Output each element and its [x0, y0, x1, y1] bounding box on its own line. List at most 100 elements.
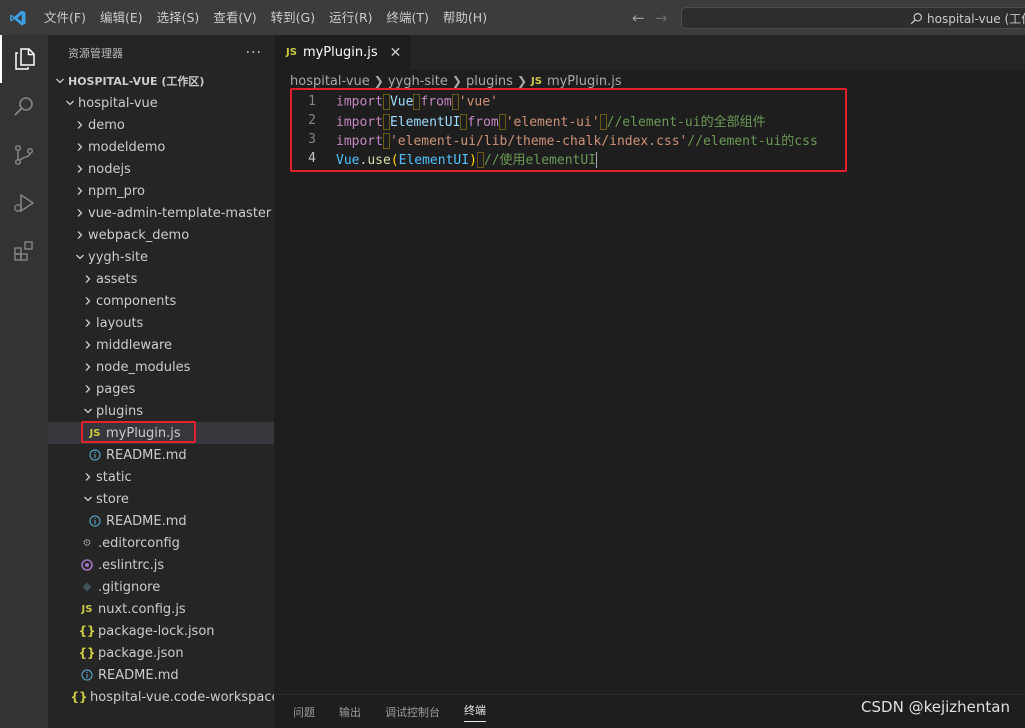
file-label: README.md	[106, 447, 187, 463]
search-view-icon[interactable]	[0, 83, 48, 131]
folder-label: demo	[88, 117, 125, 133]
chevron-right-icon	[80, 312, 96, 334]
code-token: 'element-ui/lib/theme-chalk/index.css'	[389, 133, 688, 149]
folder-webpack-demo[interactable]: webpack_demo	[48, 224, 274, 246]
file-label: hospital-vue.code-workspace	[90, 689, 274, 705]
vscode-logo-icon	[0, 0, 35, 35]
back-arrow-icon[interactable]: ←	[632, 9, 645, 27]
file-label: .eslintrc.js	[98, 557, 165, 573]
chevron-right-icon: ❯	[373, 74, 384, 88]
file-nuxt-config[interactable]: JS nuxt.config.js	[48, 598, 274, 620]
line-content: import ElementUI from 'element-ui' //element…	[322, 111, 766, 131]
command-center-search[interactable]: hospital-vue (工作	[681, 7, 1025, 29]
menu-go[interactable]: 转到(G)	[264, 0, 322, 35]
folder-demo[interactable]: demo	[48, 114, 274, 136]
extensions-icon[interactable]	[0, 227, 48, 275]
menu-edit[interactable]: 编辑(E)	[93, 0, 150, 35]
info-file-icon	[86, 510, 104, 532]
explorer-title: 资源管理器	[68, 46, 123, 60]
folder-node-modules[interactable]: node_modules	[48, 356, 274, 378]
gear-icon: ⚙	[82, 537, 92, 549]
folder-yygh-site[interactable]: yygh-site	[48, 246, 274, 268]
folder-plugins[interactable]: plugins	[48, 400, 274, 422]
code-token: ElementUI	[389, 114, 461, 130]
folder-store[interactable]: store	[48, 488, 274, 510]
folder-label: webpack_demo	[88, 227, 190, 243]
file-label: myPlugin.js	[106, 425, 181, 441]
file-root-readme[interactable]: README.md	[48, 664, 274, 686]
folder-label: assets	[96, 271, 138, 287]
code-token: (	[390, 152, 399, 168]
file-label: nuxt.config.js	[98, 601, 186, 617]
tab-myplugin-js[interactable]: JS myPlugin.js ✕	[274, 35, 412, 70]
file-code-workspace[interactable]: {} hospital-vue.code-workspace	[48, 686, 274, 708]
menu-help[interactable]: 帮助(H)	[436, 0, 494, 35]
close-icon[interactable]: ✕	[390, 45, 402, 61]
folder-layouts[interactable]: layouts	[48, 312, 274, 334]
whitespace-marker	[382, 133, 390, 150]
folder-hospital-vue[interactable]: hospital-vue	[48, 92, 274, 114]
command-center-label: hospital-vue (工作	[927, 11, 1025, 26]
workspace-root[interactable]: HOSPITAL-VUE (工作区)	[48, 70, 274, 92]
file-store-readme[interactable]: README.md	[48, 510, 274, 532]
folder-middleware[interactable]: middleware	[48, 334, 274, 356]
chevron-right-icon	[72, 202, 88, 224]
file-gitignore[interactable]: .gitignore	[48, 576, 274, 598]
folder-label: components	[96, 293, 177, 309]
chevron-right-icon	[80, 290, 96, 312]
folder-pages[interactable]: pages	[48, 378, 274, 400]
breadcrumb-item[interactable]: plugins	[466, 74, 513, 89]
chevron-right-icon	[80, 334, 96, 356]
explorer-sidebar: 资源管理器 ··· HOSPITAL-VUE (工作区) hospital-vu…	[48, 35, 274, 728]
folder-vue-admin-template-master[interactable]: vue-admin-template-master	[48, 202, 274, 224]
json-file-icon: {}	[78, 646, 96, 660]
folder-components[interactable]: components	[48, 290, 274, 312]
menu-terminal[interactable]: 终端(T)	[380, 0, 436, 35]
watermark: CSDN @kejizhentan	[861, 698, 1010, 716]
folder-nodejs[interactable]: nodejs	[48, 158, 274, 180]
folder-modeldemo[interactable]: modeldemo	[48, 136, 274, 158]
code-token: 'element-ui'	[505, 114, 600, 130]
file-editorconfig[interactable]: ⚙ .editorconfig	[48, 532, 274, 554]
breadcrumb-item[interactable]: yygh-site	[388, 74, 448, 89]
menu-selection[interactable]: 选择(S)	[150, 0, 207, 35]
source-control-icon[interactable]	[0, 131, 48, 179]
file-package-json[interactable]: {} package.json	[48, 642, 274, 664]
breadcrumb-item[interactable]: myPlugin.js	[547, 74, 622, 89]
file-myplugin-js[interactable]: JS myPlugin.js	[48, 422, 274, 444]
file-eslintrc[interactable]: .eslintrc.js	[48, 554, 274, 576]
whitespace-marker	[599, 114, 607, 131]
menu-view[interactable]: 查看(V)	[206, 0, 263, 35]
breadcrumb-item[interactable]: hospital-vue	[290, 74, 370, 89]
menu-run[interactable]: 运行(R)	[322, 0, 379, 35]
code-editor[interactable]: 1 import Vue from'vue' 2 import ElementUI fr…	[274, 92, 1025, 169]
text-cursor	[596, 152, 597, 169]
activity-bar	[0, 35, 48, 728]
run-debug-icon[interactable]	[0, 179, 48, 227]
search-icon	[910, 12, 923, 25]
tab-label: myPlugin.js	[302, 45, 378, 60]
chevron-right-icon	[72, 224, 88, 246]
tab-problems[interactable]: 问题	[293, 704, 315, 720]
chevron-right-icon	[72, 158, 88, 180]
file-plugins-readme[interactable]: README.md	[48, 444, 274, 466]
line-content: Vue.use(ElementUI)//使用elementUI	[322, 149, 597, 169]
more-actions-icon[interactable]: ···	[246, 45, 262, 61]
chevron-down-icon	[72, 246, 88, 268]
menu-file[interactable]: 文件(F)	[37, 0, 93, 35]
tab-output[interactable]: 输出	[339, 704, 361, 720]
folder-assets[interactable]: assets	[48, 268, 274, 290]
forward-arrow-icon[interactable]: →	[655, 9, 668, 27]
folder-static[interactable]: static	[48, 466, 274, 488]
info-file-icon	[86, 444, 104, 466]
tab-debug-console[interactable]: 调试控制台	[385, 704, 440, 720]
file-package-lock[interactable]: {} package-lock.json	[48, 620, 274, 642]
line-number: 3	[308, 132, 316, 147]
folder-label: static	[96, 469, 132, 485]
whitespace-marker	[498, 114, 506, 131]
json-file-icon: {}	[70, 690, 88, 704]
explorer-icon[interactable]	[0, 35, 48, 83]
chevron-right-icon: ❯	[516, 74, 528, 88]
folder-npm-pro[interactable]: npm_pro	[48, 180, 274, 202]
tab-terminal[interactable]: 终端	[464, 702, 486, 722]
